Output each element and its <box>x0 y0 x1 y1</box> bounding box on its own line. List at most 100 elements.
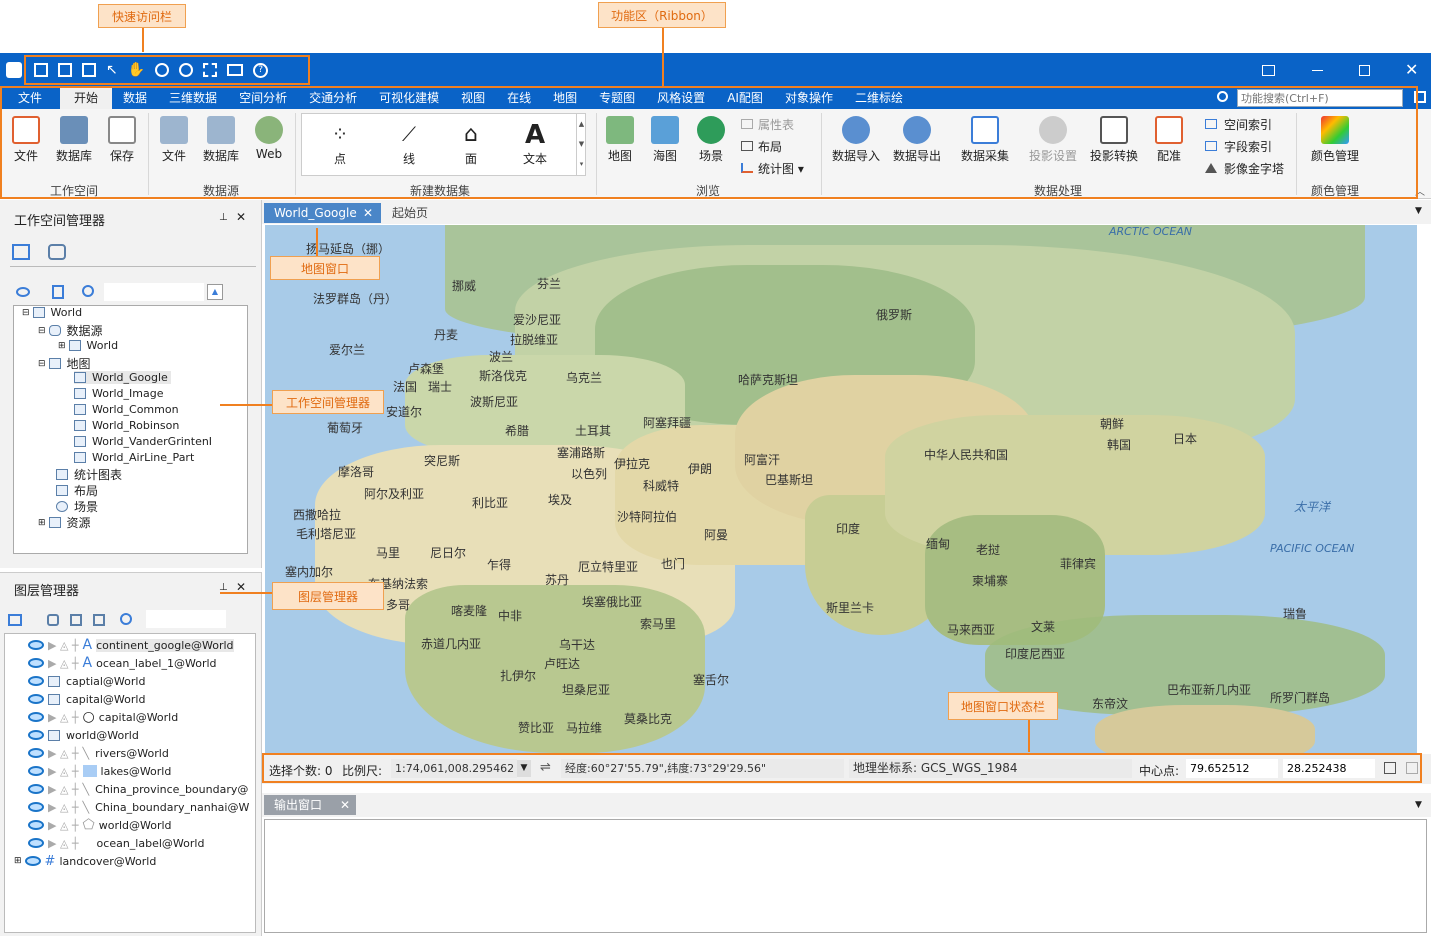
add-icon[interactable] <box>58 63 72 77</box>
ds-web-button[interactable]: Web <box>255 116 283 161</box>
function-search-input[interactable] <box>1237 89 1403 107</box>
layer-row[interactable]: ▶ ◬ ┼ Acontinent_google@World <box>28 636 234 654</box>
data-collect-button[interactable]: 数据采集 <box>961 116 1009 164</box>
menu-style[interactable]: 风格设置 <box>646 87 716 109</box>
output-content[interactable] <box>264 819 1427 933</box>
ws-save-button[interactable]: 保存 <box>108 116 136 164</box>
tree-item[interactable]: ⊟ 数据源 <box>38 322 103 339</box>
spatial-index-button[interactable]: 空间索引 <box>1205 116 1272 133</box>
tab-start-page[interactable]: 起始页 <box>382 203 438 223</box>
visible-icon[interactable] <box>24 856 41 866</box>
maximize-icon[interactable] <box>1359 65 1370 76</box>
layer-row[interactable]: ▶ ◬ ┼ ⬠ world@World <box>28 816 172 834</box>
tab-output[interactable]: 输出窗口 ✕ <box>264 795 356 815</box>
tab-close-icon[interactable]: ✕ <box>340 795 350 815</box>
new-point-button[interactable]: ⁘ 点 <box>330 122 350 167</box>
layer-row[interactable]: ⊞ # landcover@World <box>14 852 156 870</box>
tree-item[interactable]: 统计图表 <box>56 466 122 483</box>
output-dropdown-icon[interactable]: ▼ <box>1415 800 1422 810</box>
select-icon[interactable]: ↖ <box>106 62 118 78</box>
full-extent-icon[interactable] <box>203 63 218 77</box>
ws-database-button[interactable]: 数据库 <box>56 116 92 164</box>
tree-item[interactable]: ⊞ 资源 <box>38 514 91 531</box>
data-export-button[interactable]: 数据导出 <box>893 116 941 164</box>
menu-3d-data[interactable]: 三维数据 <box>158 87 228 109</box>
add-layer-icon[interactable] <box>8 614 22 626</box>
tree-item[interactable]: World_Image <box>74 387 163 400</box>
workspace-search-input[interactable] <box>104 283 204 301</box>
visible-icon[interactable] <box>28 658 44 668</box>
center-y-input[interactable] <box>1283 759 1375 778</box>
minimize-icon[interactable] <box>1312 70 1323 71</box>
visible-icon[interactable] <box>28 694 44 704</box>
tree-item[interactable]: World_VanderGrintenI <box>74 435 212 448</box>
visible-icon[interactable] <box>28 784 44 794</box>
tab-close-icon[interactable]: ✕ <box>363 203 373 223</box>
zoom-out-icon[interactable] <box>179 63 194 77</box>
visible-icon[interactable] <box>28 712 44 722</box>
menu-start[interactable]: 开始 <box>60 87 113 109</box>
collapse-ribbon-icon[interactable]: ︿ <box>1415 183 1425 198</box>
register-button[interactable]: 配准 <box>1155 116 1183 164</box>
layer-row[interactable]: capital@World <box>28 690 145 708</box>
menu-spatial-analysis[interactable]: 空间分析 <box>228 87 298 109</box>
tree-item[interactable]: World_Robinson <box>74 419 179 432</box>
tree-item[interactable]: World_AirLine_Part <box>74 451 194 464</box>
pyramid-button[interactable]: 影像金字塔 <box>1205 160 1284 177</box>
search-icon[interactable] <box>120 613 132 625</box>
menu-visual-modeling[interactable]: 可视化建模 <box>368 87 450 109</box>
ds-file-button[interactable]: 文件 <box>160 116 188 164</box>
layer-row[interactable]: ▶ ◬ ┼ ╲ China_boundary_nanhai@W <box>28 798 249 816</box>
chart-button[interactable]: 统计图 ▾ <box>741 160 804 177</box>
menu-ai-map[interactable]: AI配图 <box>716 87 774 109</box>
swap-icon[interactable]: ⇌ <box>540 760 551 775</box>
datasource-tab-icon[interactable] <box>48 244 66 260</box>
panel-close-icon[interactable]: ✕ <box>236 210 246 224</box>
tree-item[interactable]: World_Common <box>74 403 179 416</box>
layer-row[interactable]: ▶ ◬ ┼ ╲ rivers@World <box>28 744 169 762</box>
visible-icon[interactable] <box>28 838 44 848</box>
scroll-up-icon[interactable]: ▲ <box>207 284 223 300</box>
copy-icon[interactable] <box>1384 762 1396 774</box>
layer-row[interactable]: captial@World <box>28 672 145 690</box>
menu-data[interactable]: 数据 <box>112 87 158 109</box>
pan-icon[interactable]: ✋ <box>128 62 145 78</box>
layer-row[interactable]: ▶ ◬ ┼ ocean_label@World <box>28 834 204 852</box>
menu-traffic-analysis[interactable]: 交通分析 <box>298 87 368 109</box>
menu-thematic[interactable]: 专题图 <box>588 87 646 109</box>
visible-icon[interactable] <box>28 748 44 758</box>
layout-button[interactable]: 布局 <box>741 138 782 155</box>
menu-online[interactable]: 在线 <box>496 87 542 109</box>
ds-database-button[interactable]: 数据库 <box>203 116 239 164</box>
menu-2d-plot[interactable]: 二维标绘 <box>844 87 914 109</box>
new-line-button[interactable]: ⟋ 线 <box>396 122 422 167</box>
proj-setting-button[interactable]: 投影设置 <box>1029 116 1077 164</box>
color-manage-button[interactable]: 颜色管理 <box>1311 116 1359 164</box>
zoom-in-icon[interactable] <box>155 63 170 77</box>
scale-value[interactable]: 1:74,061,008.295462 <box>391 759 517 778</box>
visible-icon[interactable] <box>28 730 44 740</box>
tab-world-google[interactable]: World_Google ✕ <box>264 203 381 223</box>
open-file-icon[interactable] <box>52 285 64 299</box>
center-x-input[interactable] <box>1186 759 1278 778</box>
layer-db-icon[interactable] <box>47 614 59 626</box>
tree-item[interactable]: 布局 <box>56 482 98 499</box>
menu-object-ops[interactable]: 对象操作 <box>774 87 844 109</box>
visible-icon[interactable] <box>28 802 44 812</box>
tree-item[interactable]: ⊟ World <box>22 306 82 319</box>
restore-ribbon-icon[interactable] <box>1262 65 1275 76</box>
proj-convert-button[interactable]: 投影转换 <box>1090 116 1138 164</box>
layer-image-icon[interactable] <box>93 614 105 626</box>
browse-scene-button[interactable]: 场景 <box>697 116 725 164</box>
browse-map-button[interactable]: 地图 <box>606 116 634 164</box>
tabs-dropdown-icon[interactable]: ▼ <box>1415 206 1422 216</box>
menu-map[interactable]: 地图 <box>542 87 588 109</box>
field-index-button[interactable]: 字段索引 <box>1205 138 1272 155</box>
new-text-button[interactable]: A 文本 <box>522 120 548 167</box>
fullscreen-icon[interactable] <box>1414 91 1426 103</box>
data-import-button[interactable]: 数据导入 <box>832 116 880 164</box>
visible-icon[interactable] <box>28 676 44 686</box>
workspace-tab-icon[interactable] <box>12 244 30 260</box>
paste-icon[interactable] <box>1406 762 1418 774</box>
menu-view[interactable]: 视图 <box>450 87 496 109</box>
